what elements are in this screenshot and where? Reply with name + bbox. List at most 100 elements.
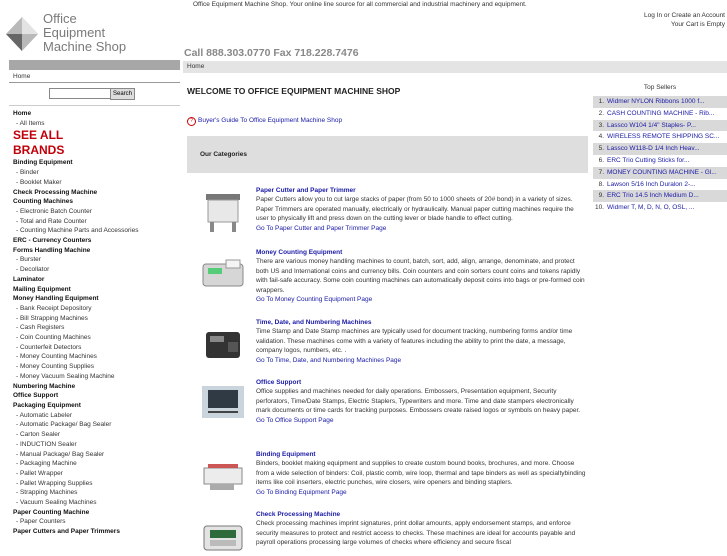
- sidebar-item[interactable]: Counting Machines: [13, 197, 178, 207]
- account-links: Log In or Create an Account Your Cart is…: [644, 11, 725, 29]
- sidebar-item[interactable]: Money Handling Equipment: [13, 294, 178, 304]
- sidebar-item[interactable]: - INDUCTION Sealer: [13, 440, 178, 450]
- top-seller-link[interactable]: CASH COUNTING MACHINE - Rib...: [607, 110, 714, 117]
- sidebar-item[interactable]: - Strapping Machines: [13, 488, 178, 498]
- category-title[interactable]: Binding Equipment: [256, 450, 586, 459]
- binding-machine-image[interactable]: [200, 452, 246, 496]
- category-description: Binders, booklet making equipment and su…: [256, 460, 586, 487]
- top-seller-item[interactable]: 10. Widmer T, M, D, N, O, OSL, ...: [593, 202, 727, 214]
- buyers-guide-link[interactable]: ? Buyer's Guide To Office Equipment Machi…: [187, 117, 342, 126]
- category-page-link[interactable]: Go To Binding Equipment Page: [256, 488, 586, 497]
- paper-cutter-image[interactable]: [200, 188, 246, 232]
- sidebar-item[interactable]: - Pallet Wrapper: [13, 469, 178, 479]
- sidebar-item[interactable]: - Money Counting Machines: [13, 352, 178, 362]
- category-page-link[interactable]: Go To Office Support Page: [256, 416, 586, 425]
- sidebar-item[interactable]: - Money Counting Supplies: [13, 362, 178, 372]
- top-seller-item[interactable]: 3. Lassco W104 1/4" Staples- P...: [593, 119, 727, 132]
- top-seller-link[interactable]: ERC Trio 14.5 Inch Medium D...: [607, 192, 699, 199]
- sidebar-item[interactable]: Forms Handling Machine: [13, 246, 178, 256]
- top-seller-item[interactable]: 9. ERC Trio 14.5 Inch Medium D...: [593, 190, 727, 203]
- category-page-link[interactable]: Go To Money Counting Equipment Page: [256, 295, 586, 304]
- sidebar-item[interactable]: Numbering Machine: [13, 382, 178, 392]
- sidebar-item[interactable]: Office Support: [13, 391, 178, 401]
- top-seller-link[interactable]: ERC Trio Cutting Sticks for...: [607, 157, 689, 164]
- category-body: Money Counting Equipment There are variou…: [256, 248, 586, 304]
- sidebar-item[interactable]: - Vacuum Sealing Machines: [13, 498, 178, 508]
- sidebar-item[interactable]: SEE ALL: [13, 128, 178, 143]
- sidebar-item[interactable]: - Bank Receipt Depository: [13, 304, 178, 314]
- top-seller-link[interactable]: Widmer T, M, D, N, O, OSL, ...: [607, 204, 694, 211]
- money-counter-image[interactable]: [200, 250, 246, 294]
- sidebar-item[interactable]: Laminator: [13, 275, 178, 285]
- top-sellers-list: 1. Widmer NYLON Ribbons 1000 f... 2. CASH C…: [593, 96, 727, 214]
- sidebar-item[interactable]: Check Processing Machine: [13, 188, 178, 198]
- search-input[interactable]: [49, 88, 112, 99]
- sidebar-item[interactable]: - Total and Rate Counter: [13, 217, 178, 227]
- category-page-link[interactable]: Go To Time, Date, and Numbering Machines…: [256, 356, 586, 365]
- sidebar-item[interactable]: - Manual Package/ Bag Sealer: [13, 450, 178, 460]
- category-title[interactable]: Time, Date, and Numbering Machines: [256, 318, 586, 327]
- office-support-image[interactable]: [200, 380, 246, 424]
- category-description: Time Stamp and Date Stamp machines are t…: [256, 328, 573, 355]
- sidebar-item[interactable]: - Decollator: [13, 265, 178, 275]
- sidebar-item[interactable]: - Booklet Maker: [13, 178, 178, 188]
- top-seller-link[interactable]: Widmer NYLON Ribbons 1000 f...: [607, 98, 705, 105]
- top-seller-item[interactable]: 4. WIRELESS REMOTE SHIPPING SC...: [593, 131, 727, 143]
- sidebar-item[interactable]: - Pallet Wrapping Supplies: [13, 479, 178, 489]
- sidebar-item[interactable]: - Counterfeit Detectors: [13, 343, 178, 353]
- sidebar-item[interactable]: BRANDS: [13, 143, 178, 158]
- top-seller-rank: 8.: [598, 180, 604, 188]
- sidebar-item[interactable]: - Electronic Batch Counter: [13, 207, 178, 217]
- sidebar-item[interactable]: - Burster: [13, 255, 178, 265]
- top-seller-link[interactable]: Lassco W118-D 1/4 Inch Heav...: [607, 145, 700, 152]
- sidebar-item[interactable]: ERC - Currency Counters: [13, 236, 178, 246]
- category-title[interactable]: Office Support: [256, 378, 586, 387]
- site-logo[interactable]: Office Equipment Machine Shop: [6, 12, 176, 60]
- top-seller-item[interactable]: 1. Widmer NYLON Ribbons 1000 f...: [593, 96, 727, 108]
- top-seller-link[interactable]: MONEY COUNTING MACHINE - Gl...: [607, 169, 717, 176]
- top-seller-link[interactable]: Lawson 5/16 Inch Duralon 2-...: [607, 181, 696, 188]
- buyers-guide-text[interactable]: Buyer's Guide To Office Equipment Machin…: [198, 117, 342, 124]
- sidebar-item[interactable]: Binding Equipment: [13, 158, 178, 168]
- top-seller-link[interactable]: Lassco W104 1/4" Staples- P...: [607, 122, 696, 129]
- sidebar-item[interactable]: Paper Cutters and Paper Trimmers: [13, 527, 178, 537]
- sidebar-item[interactable]: - Automatic Package/ Bag Sealer: [13, 420, 178, 430]
- sidebar-item[interactable]: - Coin Counting Machines: [13, 333, 178, 343]
- sidebar-item[interactable]: - Carton Sealer: [13, 430, 178, 440]
- sidebar-item[interactable]: Paper Counting Machine: [13, 508, 178, 518]
- top-seller-item[interactable]: 2. CASH COUNTING MACHINE - Rib...: [593, 108, 727, 120]
- time-stamp-image[interactable]: [200, 320, 246, 364]
- sidebar-nav: Home - All Items SEE ALL BRANDS Binding Equi…: [13, 109, 178, 537]
- sidebar-item[interactable]: Packaging Equipment: [13, 401, 178, 411]
- top-seller-item[interactable]: 5. Lassco W118-D 1/4 Inch Heav...: [593, 143, 727, 155]
- check-processor-image[interactable]: [200, 512, 246, 556]
- search-form: Search: [49, 88, 135, 100]
- top-seller-item[interactable]: 7. MONEY COUNTING MACHINE - Gl...: [593, 166, 727, 179]
- sidebar-item[interactable]: - Automatic Labeler: [13, 411, 178, 421]
- sidebar-item[interactable]: - Cash Registers: [13, 323, 178, 333]
- top-seller-item[interactable]: 8. Lawson 5/16 Inch Duralon 2-...: [593, 179, 727, 191]
- left-breadcrumb-home[interactable]: Home: [13, 73, 30, 80]
- page-title: WELCOME TO OFFICE EQUIPMENT MACHINE SHOP: [187, 86, 401, 96]
- cart-status[interactable]: Your Cart is Empty: [644, 20, 725, 29]
- sidebar-item[interactable]: - Bill Strapping Machines: [13, 314, 178, 324]
- sidebar-item[interactable]: - Paper Counters: [13, 517, 178, 527]
- category-page-link[interactable]: Go To Paper Cutter and Paper Trimmer Pag…: [256, 224, 586, 233]
- search-button[interactable]: Search: [110, 88, 135, 100]
- sidebar-item[interactable]: - Packaging Machine: [13, 459, 178, 469]
- sidebar-item[interactable]: Mailing Equipment: [13, 285, 178, 295]
- category-title[interactable]: Money Counting Equipment: [256, 248, 586, 257]
- sidebar-item[interactable]: - All Items: [13, 119, 178, 129]
- category-title[interactable]: Paper Cutter and Paper Trimmer: [256, 186, 586, 195]
- sidebar-item[interactable]: - Binder: [13, 168, 178, 178]
- sidebar-item[interactable]: - Counting Machine Parts and Accessories: [13, 226, 178, 236]
- breadcrumb-home[interactable]: Home: [187, 63, 204, 70]
- sidebar-item[interactable]: - Money Vacuum Sealing Machine: [13, 372, 178, 382]
- categories-heading: Our Categories: [200, 151, 247, 158]
- top-seller-rank: 10.: [594, 204, 604, 212]
- top-seller-item[interactable]: 6. ERC Trio Cutting Sticks for...: [593, 155, 727, 167]
- category-title[interactable]: Check Processing Machine: [256, 510, 586, 519]
- top-seller-link[interactable]: WIRELESS REMOTE SHIPPING SC...: [607, 133, 719, 140]
- sidebar-item[interactable]: Home: [13, 109, 178, 119]
- login-link[interactable]: Log In or Create an Account: [644, 11, 725, 20]
